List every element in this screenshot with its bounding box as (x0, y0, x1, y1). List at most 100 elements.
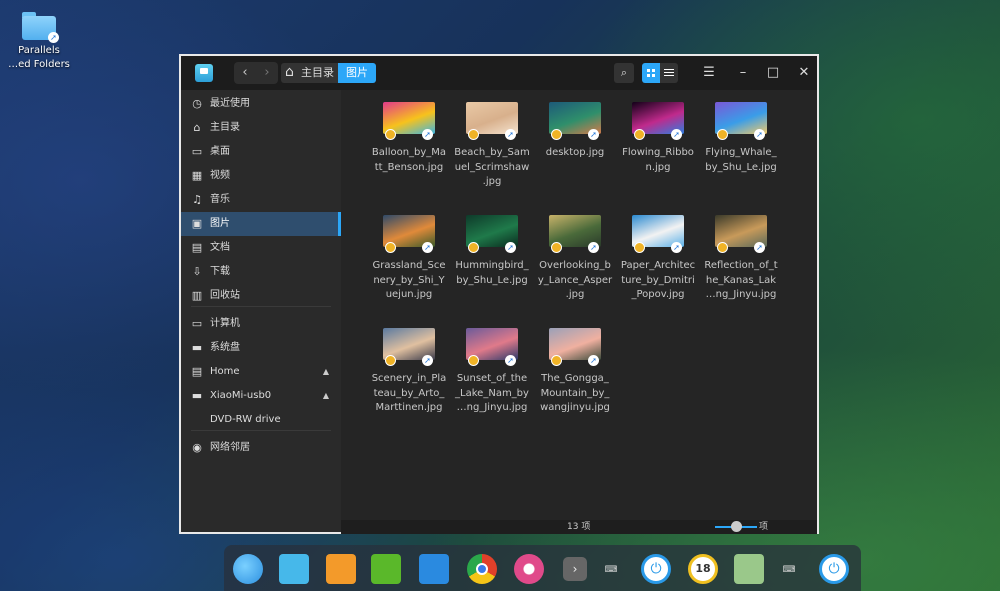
close-button[interactable]: ✕ (794, 63, 814, 83)
file-item[interactable]: ➚ desktop.jpg (535, 102, 615, 161)
sidebar-item-7[interactable]: ▤ 文档 (181, 236, 341, 260)
file-name-line: n.jpg (645, 161, 671, 173)
minimize-button[interactable]: – (733, 63, 753, 83)
sidebar-item-11[interactable]: ▬ 系统盘 (181, 336, 341, 360)
file-name: Sunset_of_the _Lake_Nam_by …ng_Jinyu.jpg (452, 372, 532, 416)
file-name-line: Scenery_in_Pla (371, 373, 447, 384)
lock-badge-icon (468, 355, 479, 366)
file-manager-icon[interactable] (279, 554, 309, 584)
shortcut-badge-icon: ➚ (754, 129, 765, 140)
file-item[interactable]: ➚ Paper_Architec ture_by_Dmitri _Popov.jpg (618, 215, 698, 303)
image-thumbnail: ➚ (549, 328, 601, 366)
file-item[interactable]: ➚ Overlooking_b y_Lance_Asper .jpg (535, 215, 615, 303)
sidebar-item-3[interactable]: ▭ 桌面 (181, 140, 341, 164)
sidebar-item-4[interactable]: ▦ 视频 (181, 164, 341, 188)
lock-badge-icon (551, 355, 562, 366)
lock-badge-icon (634, 129, 645, 140)
file-manager-window: ‹ › 主目录 图片 ⌕ ☰ – □ ✕ ◷ 最近使用 ⌂ 主目录 ▭ 桌面 ▦ 视频 ♫ 音乐 ▣… (179, 54, 819, 534)
sidebar-item-label: 最近使用 (210, 98, 250, 109)
sidebar-divider (191, 430, 331, 431)
sidebar-item-label: 下载 (210, 266, 230, 277)
file-name-line: …ng_Jinyu.jpg (456, 402, 528, 413)
trash-icon[interactable] (734, 554, 764, 584)
file-item[interactable]: ➚ The_Gongga_ Mountain_by_ wangjinyu.jpg (535, 328, 615, 416)
chrome-icon[interactable] (467, 554, 497, 584)
keyboard-icon-2[interactable]: ⌨ (782, 565, 796, 575)
file-name-line: desktop.jpg (545, 147, 605, 158)
shortcut-badge-icon: ➚ (588, 129, 599, 140)
folder-icon: ➚ (22, 12, 59, 43)
back-button[interactable]: ‹ (234, 62, 256, 84)
sidebar-item-6[interactable]: ▣ 图片 (181, 212, 341, 236)
music-icon: ♫ (192, 193, 202, 206)
power-icon[interactable]: ⏻ (641, 554, 671, 584)
breadcrumb-home[interactable]: 主目录 (281, 62, 338, 83)
lock-badge-icon (385, 242, 396, 253)
lock-badge-icon (717, 242, 728, 253)
file-name-line: …ng_Jinyu.jpg (705, 289, 777, 300)
search-button[interactable]: ⌕ (614, 63, 634, 83)
sidebar-item-12[interactable]: ▤ Home ▲ (181, 360, 341, 384)
sidebar-item-10[interactable]: ▭ 计算机 (181, 312, 341, 336)
file-name-line: Reflection_of_t (704, 260, 778, 271)
file-item[interactable]: ➚ Beach_by_Sam uel_Scrimshaw .jpg (452, 102, 532, 190)
sidebar-item-13[interactable]: ▬ XiaoMi-usb0 ▲ (181, 384, 341, 408)
shortcut-badge-icon: ➚ (671, 242, 682, 253)
file-name: Beach_by_Sam uel_Scrimshaw .jpg (452, 146, 532, 190)
file-name-line: he_Kanas_Lak (705, 274, 777, 286)
desktop-shared-folders-icon[interactable]: ➚ Parallels …ed Folders (8, 12, 70, 72)
file-item[interactable]: ➚ Hummingbird_ by_Shu_Le.jpg (452, 215, 532, 288)
file-name: Scenery_in_Pla teau_by_Arto_ Marttinen.jpg (369, 372, 449, 416)
sidebar-item-15[interactable]: ◉ 网络邻居 (181, 436, 341, 460)
lock-badge-icon (717, 129, 728, 140)
breadcrumb-current[interactable]: 图片 (338, 63, 376, 83)
zoom-slider-handle[interactable] (731, 521, 742, 532)
file-name-line: Sunset_of_the (456, 373, 528, 384)
file-item[interactable]: ➚ Sunset_of_the _Lake_Nam_by …ng_Jinyu.jpg (452, 328, 532, 416)
sidebar-item-5[interactable]: ♫ 音乐 (181, 188, 341, 212)
shortcut-badge-icon: ➚ (505, 129, 516, 140)
sidebar-item-9[interactable]: ▥ 回收站 (181, 284, 341, 308)
video-player-icon[interactable] (419, 554, 449, 584)
expand-icon[interactable]: › (563, 557, 587, 581)
file-grid: ➚ Balloon_by_Ma tt_Benson.jpg ➚ Beach_by_Sam… (341, 90, 817, 520)
sidebar-item-2[interactable]: ⌂ 主目录 (181, 116, 341, 140)
file-item[interactable]: ➚ Balloon_by_Ma tt_Benson.jpg (369, 102, 449, 175)
sidebar-item-8[interactable]: ⇩ 下载 (181, 260, 341, 284)
video-icon: ▦ (191, 169, 203, 182)
file-name-line: Beach_by_Sam (454, 147, 530, 158)
keyboard-icon[interactable]: ⌨ (604, 565, 618, 575)
desktop-icon: ▭ (191, 145, 203, 158)
file-name-line: teau_by_Arto_ (373, 387, 445, 399)
drive-icon: ▤ (191, 365, 203, 378)
file-name-line: Grassland_Sce (372, 260, 446, 271)
file-item[interactable]: ➚ Scenery_in_Pla teau_by_Arto_ Marttinen.jp… (369, 328, 449, 416)
app-store-icon[interactable] (326, 554, 356, 584)
sidebar-item-14[interactable]: DVD-RW drive (181, 408, 341, 432)
eject-icon[interactable]: ▲ (323, 384, 329, 408)
clock-icon[interactable]: 18 (688, 554, 718, 584)
shutdown-icon[interactable]: ⏻ (819, 554, 849, 584)
file-item[interactable]: ➚ Reflection_of_t he_Kanas_Lak …ng_Jinyu.jp… (701, 215, 781, 303)
file-item[interactable]: ➚ Flying_Whale_ by_Shu_Le.jpg (701, 102, 781, 175)
shortcut-badge-icon: ➚ (422, 242, 433, 253)
icon-view-button[interactable] (642, 63, 660, 83)
file-item[interactable]: ➚ Grassland_Sce nery_by_Shi_Y uejun.jpg (369, 215, 449, 303)
launcher-icon[interactable] (233, 554, 263, 584)
image-thumbnail: ➚ (383, 215, 435, 253)
menu-button[interactable]: ☰ (699, 63, 719, 83)
file-name-line: uel_Scrimshaw (454, 161, 530, 173)
lock-badge-icon (551, 242, 562, 253)
image-thumbnail: ➚ (466, 215, 518, 253)
file-item[interactable]: ➚ Flowing_Ribbo n.jpg (618, 102, 698, 175)
picture-icon: ▣ (191, 217, 203, 230)
music-player-icon[interactable] (371, 554, 401, 584)
sidebar-item-1[interactable]: ◷ 最近使用 (181, 92, 341, 116)
eject-icon[interactable]: ▲ (323, 360, 329, 384)
settings-icon[interactable] (514, 554, 544, 584)
forward-button[interactable]: › (256, 62, 278, 84)
clock-icon: ◷ (192, 97, 202, 110)
title-bar: ‹ › 主目录 图片 ⌕ ☰ – □ ✕ (181, 56, 817, 90)
list-view-button[interactable] (660, 63, 678, 83)
maximize-button[interactable]: □ (763, 63, 783, 83)
